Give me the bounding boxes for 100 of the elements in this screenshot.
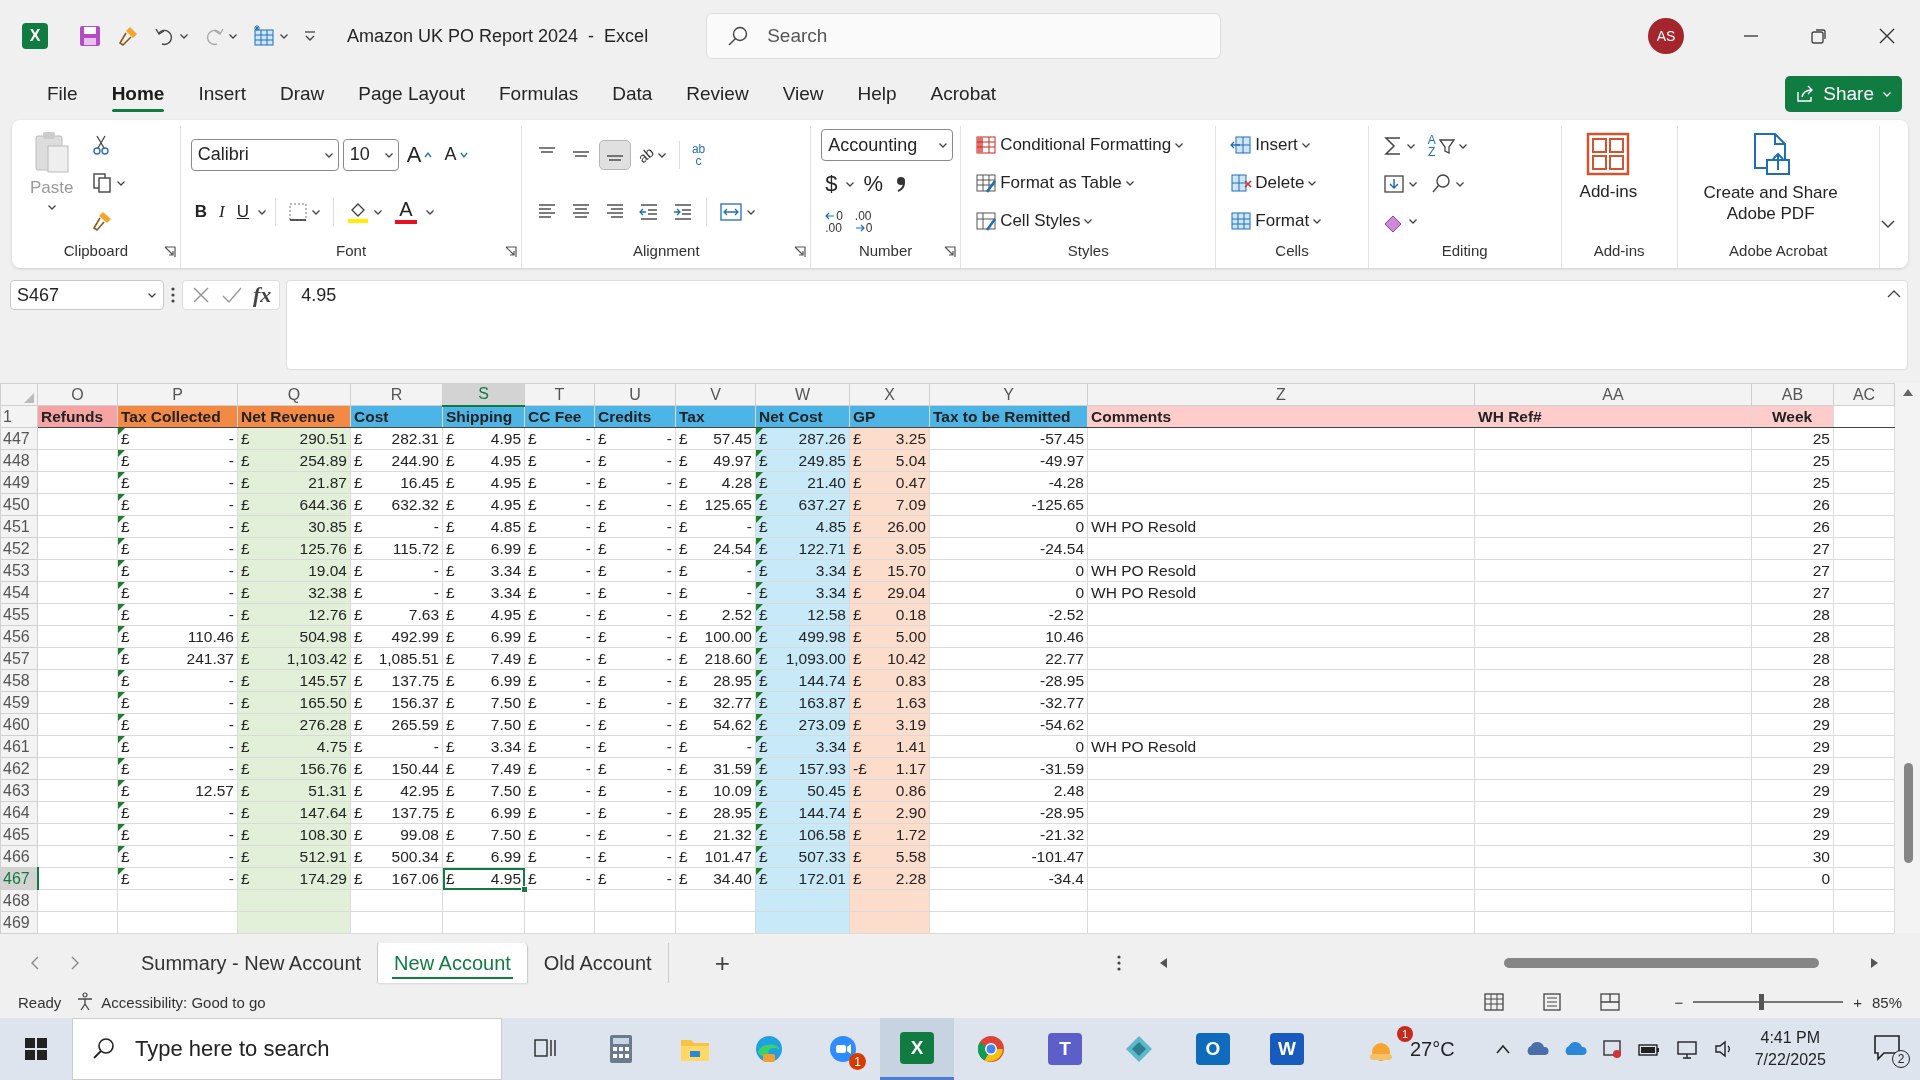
taskbar-app[interactable]: W (1250, 1018, 1324, 1080)
chevron-icon[interactable] (1307, 178, 1318, 188)
increase-decimal-button[interactable]: 0 .00 (821, 206, 847, 237)
chevron-icon[interactable] (1124, 178, 1135, 188)
chevron-icon[interactable] (656, 150, 667, 160)
fill-handle[interactable] (521, 886, 528, 893)
create-pdf-button[interactable]: Create and Share Adobe PDF (1687, 126, 1854, 240)
chevron-icon[interactable] (1454, 179, 1465, 189)
row-number[interactable]: 468 (0, 889, 38, 912)
taskbar-app[interactable]: X (880, 1018, 954, 1080)
column-header[interactable]: V (675, 383, 756, 406)
diamond-icon[interactable] (1124, 1034, 1154, 1064)
column-header[interactable]: R (350, 383, 443, 406)
chevron-icon[interactable] (1300, 140, 1311, 150)
borders-icon[interactable] (288, 201, 309, 222)
orientation-button[interactable]: ab (634, 144, 671, 166)
funnel-icon[interactable] (1438, 136, 1455, 155)
formula-field[interactable]: 4.95 (286, 280, 1908, 370)
scroll-right-icon[interactable] (1870, 957, 1880, 969)
scrollbar-thumb[interactable] (1904, 763, 1913, 863)
chevron-icon[interactable] (228, 31, 238, 41)
row-number[interactable]: 464 (0, 801, 38, 824)
share-button[interactable]: Share (1785, 76, 1902, 112)
menu-tab[interactable]: View (765, 74, 841, 114)
clock-date[interactable]: 7/22/2025 (1754, 1049, 1826, 1071)
temperature[interactable]: 27°C (1410, 1037, 1455, 1061)
column-header[interactable]: Q (237, 383, 351, 406)
row-number[interactable]: 453 (0, 559, 38, 582)
normal-view-icon[interactable] (1484, 993, 1505, 1011)
merge-icon[interactable] (719, 201, 744, 223)
taskbar-app[interactable]: O (1176, 1018, 1250, 1080)
percent-button[interactable]: % (859, 168, 887, 200)
row-number[interactable]: 461 (0, 735, 38, 758)
dropdown-icon[interactable] (303, 29, 317, 43)
row-number[interactable]: 1 (0, 405, 38, 428)
previous-sheet-icon[interactable] (30, 955, 40, 971)
table-icon[interactable] (1230, 210, 1253, 232)
menu-tab[interactable]: Page Layout (341, 74, 482, 114)
app-icon[interactable]: O (1196, 1033, 1230, 1065)
paintbrush-icon[interactable] (91, 210, 114, 232)
add-ins-button[interactable]: Add-ins (1571, 126, 1646, 240)
column-header[interactable]: S (442, 383, 525, 406)
paintbrush-icon[interactable] (116, 24, 140, 48)
app-icon[interactable]: T (1048, 1033, 1082, 1065)
row-number[interactable]: 467 (0, 867, 38, 890)
chevron-icon[interactable] (1882, 89, 1892, 99)
sheet-tab[interactable]: Old Account (527, 943, 669, 983)
chevron-icon[interactable] (1407, 179, 1418, 189)
cancel-icon[interactable] (191, 285, 211, 305)
scrollbar-thumb[interactable] (1504, 958, 1819, 968)
row-number[interactable]: 456 (0, 625, 38, 648)
row-number[interactable]: 447 (0, 427, 38, 450)
menu-tab[interactable]: Insert (181, 74, 263, 114)
font-size-dropdown[interactable]: 10 (342, 138, 399, 171)
dialog-launcher-icon[interactable] (505, 246, 518, 258)
avatar[interactable]: AS (1648, 18, 1684, 54)
increase-font-size-button[interactable]: A (402, 138, 437, 171)
start-icon[interactable] (24, 1037, 48, 1061)
scroll-up-icon[interactable] (1901, 387, 1914, 397)
close-icon[interactable] (1878, 27, 1896, 45)
menu-tab[interactable]: Data (595, 74, 670, 114)
scroll-left-icon[interactable] (1158, 957, 1168, 969)
underline-button[interactable]: U (232, 198, 254, 225)
wrap-text-button[interactable]: ab c (687, 140, 710, 170)
delete-button[interactable]: Delete (1226, 169, 1327, 197)
row-number[interactable]: 455 (0, 603, 38, 626)
taskbar-app[interactable]: T (1028, 1018, 1102, 1080)
insert-function-button[interactable]: fx (253, 282, 272, 308)
collapse-icon[interactable] (1887, 289, 1901, 299)
column-header[interactable]: U (594, 383, 676, 406)
zoom-out-button[interactable]: − (1674, 993, 1684, 1011)
chevron-icon[interactable] (147, 290, 157, 300)
format-as-table-button[interactable]: Format as Table (971, 169, 1189, 197)
currency-button[interactable]: $ (821, 168, 842, 200)
row-number[interactable]: 459 (0, 691, 38, 714)
next-sheet-icon[interactable] (70, 955, 80, 971)
menu-tab[interactable]: Formulas (482, 74, 596, 114)
dialog-launcher-icon[interactable] (163, 246, 176, 258)
menu-tab[interactable]: Help (840, 74, 914, 114)
device-icon[interactable] (1600, 1038, 1623, 1060)
sheet-tab[interactable]: New Account (378, 943, 528, 983)
table-brush-icon[interactable] (975, 172, 998, 194)
table-icon[interactable] (975, 134, 998, 156)
row-number[interactable]: 466 (0, 845, 38, 868)
row-number[interactable]: 454 (0, 581, 38, 604)
decrease-decimal-button[interactable]: .00 0 (850, 206, 877, 237)
chevron-icon[interactable] (46, 202, 57, 212)
row-number[interactable]: 458 (0, 669, 38, 692)
page-layout-icon[interactable] (1542, 993, 1563, 1011)
chevron-icon[interactable] (279, 31, 289, 41)
check-icon[interactable] (221, 285, 243, 305)
sort-filter-button[interactable]: A Z (1423, 130, 1472, 161)
column-header[interactable]: AB (1751, 383, 1834, 406)
column-header[interactable]: X (849, 383, 930, 406)
bold-button[interactable]: B (190, 198, 212, 225)
font-color-button[interactable]: A (391, 196, 422, 228)
network-icon[interactable] (1674, 1039, 1699, 1059)
restore-icon[interactable] (1810, 27, 1828, 45)
fill-down-icon[interactable] (1382, 173, 1405, 195)
accessibility-status[interactable]: Accessibility: Good to go (101, 993, 266, 1011)
